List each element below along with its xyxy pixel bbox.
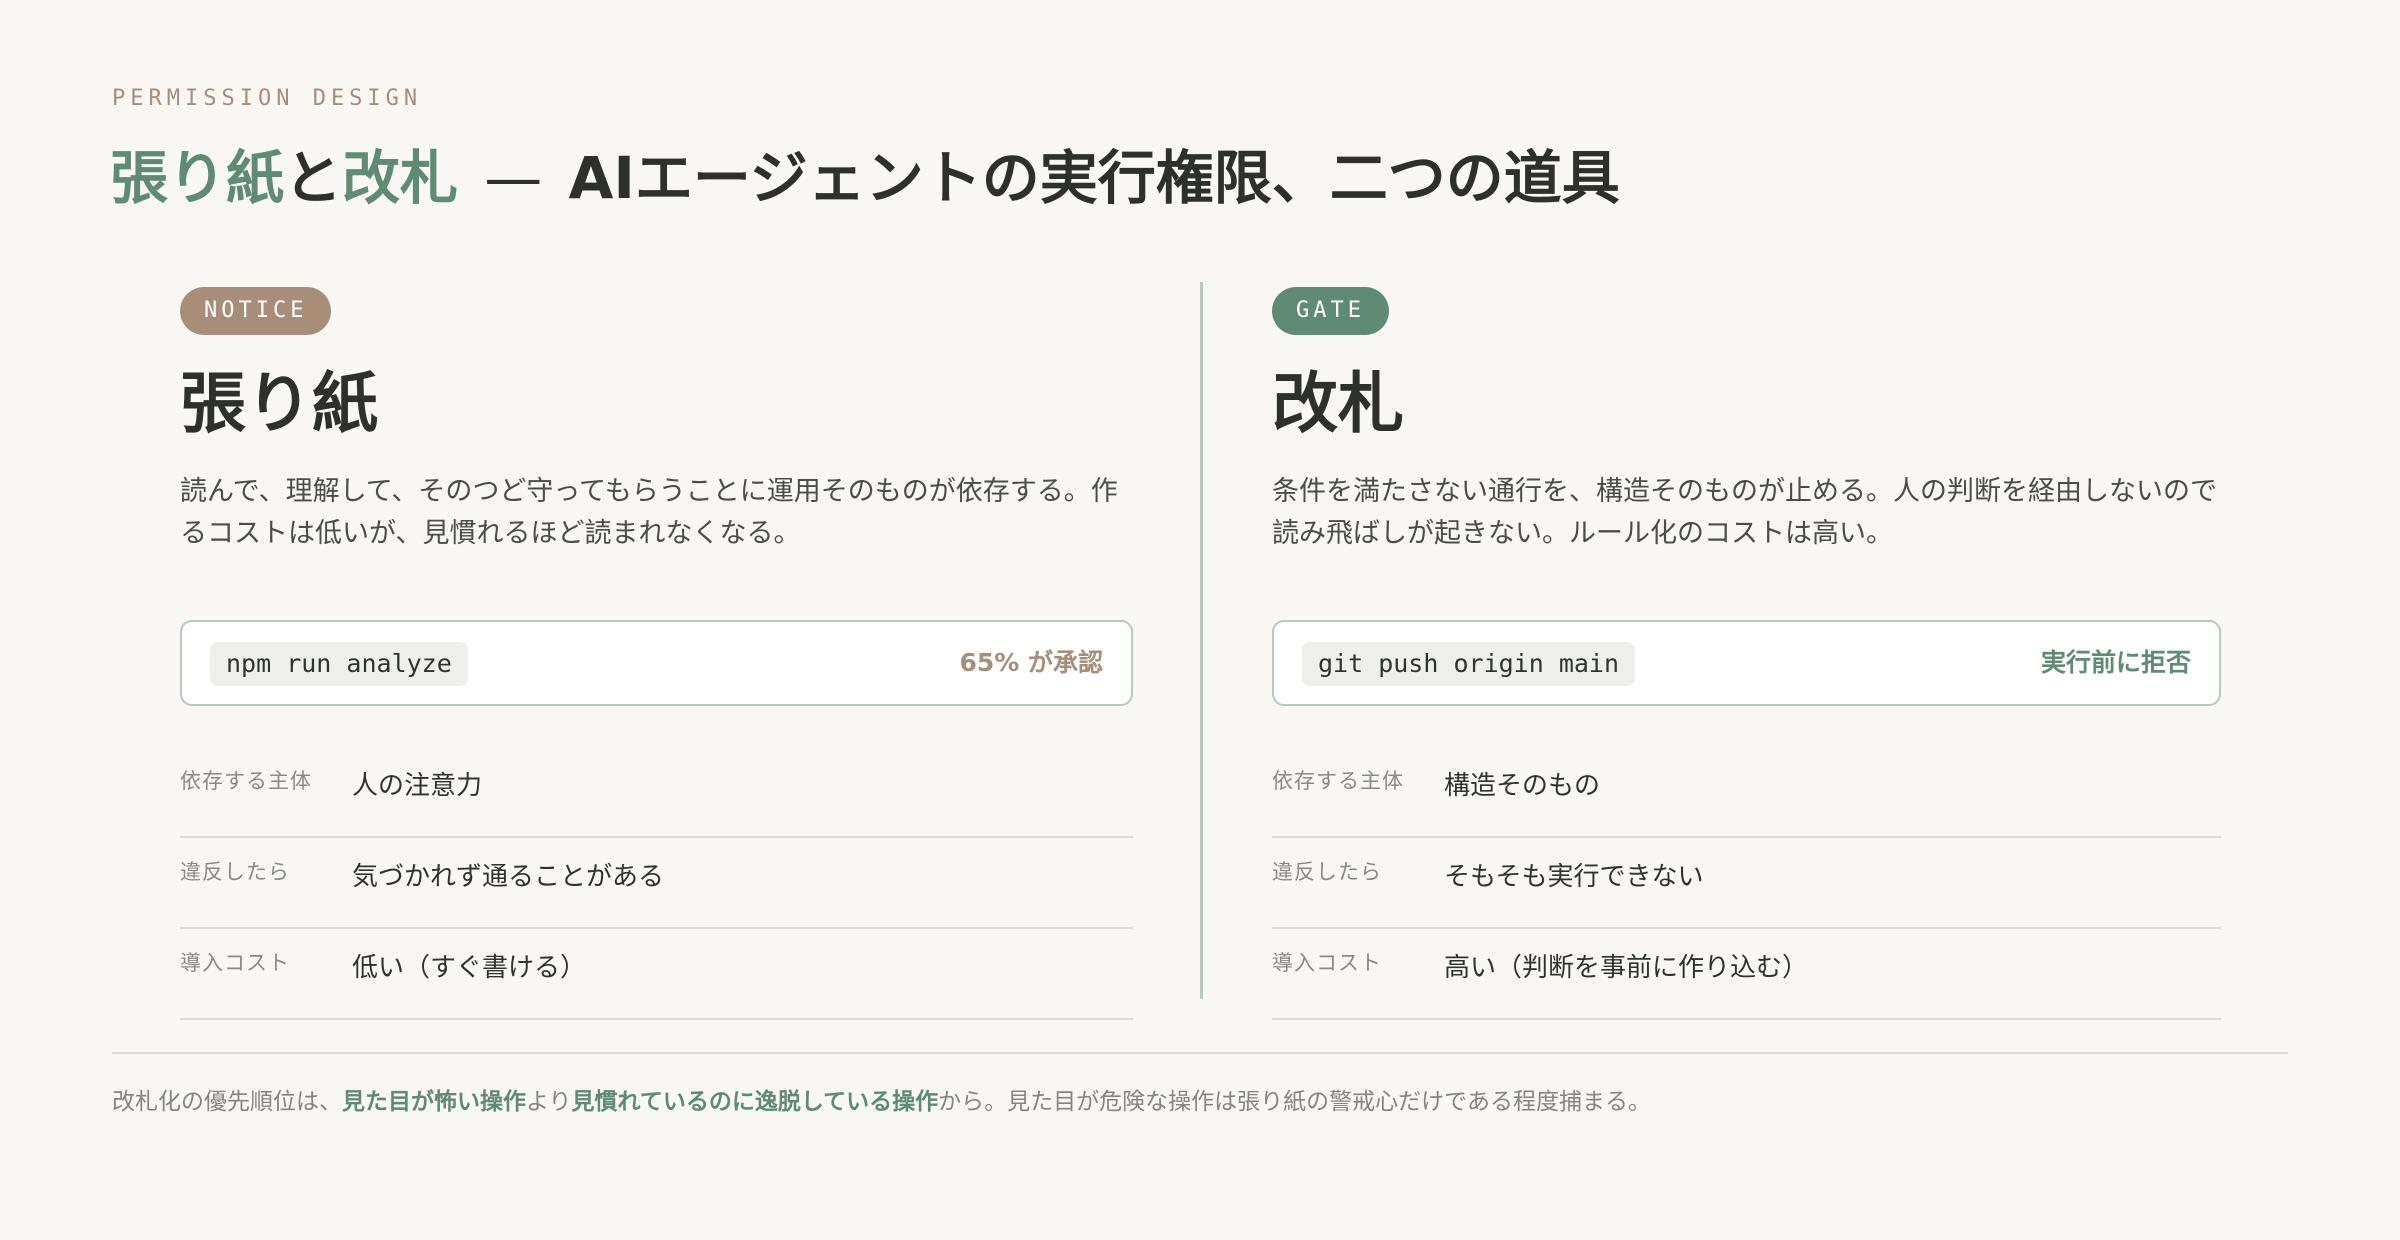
row-value: 人の注意力 xyxy=(352,771,483,801)
row-label: 違反したら xyxy=(1272,860,1382,884)
panel-divider xyxy=(1200,282,1203,999)
footer-divider xyxy=(112,1052,2288,1054)
gate-description: 条件を満たさない通行を、構造そのものが止める。人の判断を経由しないので読み飛ばし… xyxy=(1272,476,2217,549)
footer-text-2: より xyxy=(526,1089,572,1115)
row-label: 依存する主体 xyxy=(1272,769,1404,793)
gate-row-subject: 依存する主体 構造そのもの xyxy=(1272,747,2221,838)
gate-command-box: git push origin main 実行前に拒否 xyxy=(1272,620,2221,706)
gate-row-violation: 違反したら そもそも実行できない xyxy=(1272,838,2221,929)
eyebrow-label: PERMISSION DESIGN xyxy=(112,86,423,111)
notice-row-cost: 導入コスト 低い（すぐ書ける） xyxy=(180,929,1133,1020)
gate-attributes: 依存する主体 構造そのもの 違反したら そもそも実行できない 導入コスト 高い（… xyxy=(1272,747,2221,1020)
row-label: 導入コスト xyxy=(180,951,290,975)
title-gate-word: 改札 xyxy=(342,144,459,212)
notice-attributes: 依存する主体 人の注意力 違反したら 気づかれず通ることがある 導入コスト 低い… xyxy=(180,747,1133,1020)
notice-title: 張り紙 xyxy=(180,365,378,442)
title-dash: — xyxy=(484,144,543,212)
gate-row-cost: 導入コスト 高い（判断を事前に作り込む） xyxy=(1272,929,2221,1020)
gate-result: 実行前に拒否 xyxy=(2040,648,2191,677)
notice-badge: NOTICE xyxy=(180,287,332,335)
row-value: 気づかれず通ることがある xyxy=(352,862,665,892)
row-label: 導入コスト xyxy=(1272,951,1382,975)
footer-text-1: 改札化の優先順位は、 xyxy=(112,1089,342,1115)
footer-highlight-2: 見慣れているのに逸脱している操作 xyxy=(571,1089,939,1115)
row-label: 違反したら xyxy=(180,860,290,884)
notice-command: npm run analyze xyxy=(210,642,468,686)
notice-command-box: npm run analyze 65% が承認 xyxy=(180,620,1133,706)
gate-title: 改札 xyxy=(1272,365,1404,442)
title-connector: と xyxy=(284,144,343,212)
notice-row-violation: 違反したら 気づかれず通ることがある xyxy=(180,838,1133,929)
title-subject: AIエージェントの実行権限、二つの道具 xyxy=(568,144,1620,212)
row-value: そもそも実行できない xyxy=(1444,862,1704,892)
gate-command: git push origin main xyxy=(1302,642,1636,686)
footer-text-3: から。見た目が危険な操作は張り紙の警戒心だけである程度捕まる。 xyxy=(938,1089,1651,1115)
footer-note: 改札化の優先順位は、見た目が怖い操作より見慣れているのに逸脱している操作から。見… xyxy=(112,1082,1651,1116)
notice-description: 読んで、理解して、そのつど守ってもらうことに運用そのものが依存する。作るコストは… xyxy=(180,476,1118,549)
footer-highlight-1: 見た目が怖い操作 xyxy=(342,1089,526,1115)
notice-panel: NOTICE 張り紙 読んで、理解して、そのつど守ってもらうことに運用そのものが… xyxy=(180,287,1133,1020)
notice-row-subject: 依存する主体 人の注意力 xyxy=(180,747,1133,838)
row-value: 高い（判断を事前に作り込む） xyxy=(1444,953,1809,983)
notice-result: 65% が承認 xyxy=(959,648,1103,677)
page-title: 張り紙と改札 — AIエージェントの実行権限、二つの道具 xyxy=(110,138,1620,218)
gate-panel: GATE 改札 条件を満たさない通行を、構造そのものが止める。人の判断を経由しな… xyxy=(1272,287,2221,1020)
row-value: 構造そのもの xyxy=(1444,771,1601,801)
row-label: 依存する主体 xyxy=(180,769,312,793)
title-notice-word: 張り紙 xyxy=(110,144,285,212)
gate-badge: GATE xyxy=(1272,287,1389,335)
row-value: 低い（すぐ書ける） xyxy=(352,953,587,983)
